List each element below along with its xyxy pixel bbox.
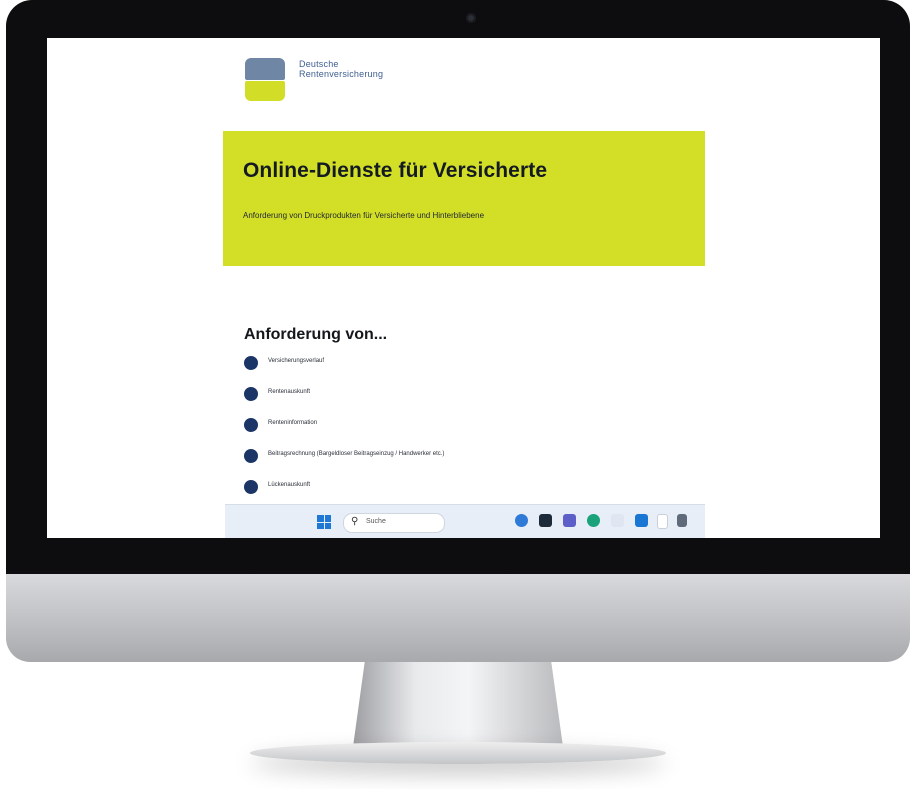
hero-banner: Online-Dienste für Versicherte Anforderu…	[223, 131, 705, 266]
logo-line-2: Rentenversicherung	[299, 69, 384, 79]
logo-wordmark: Deutsche Rentenversicherung	[299, 59, 383, 79]
request-item-label: Rentenauskunft	[268, 389, 311, 395]
request-item-label: Versicherungsverlauf	[268, 358, 325, 364]
monitor-stand-base	[250, 742, 666, 764]
password-icon[interactable]	[657, 514, 668, 529]
mail-icon[interactable]	[635, 514, 648, 527]
windows-taskbar: ⚲ Suche	[225, 504, 705, 538]
store-icon[interactable]	[611, 514, 624, 527]
radio-icon[interactable]	[244, 387, 258, 401]
radio-icon[interactable]	[244, 449, 258, 463]
search-icon: ⚲	[351, 516, 359, 527]
drv-logo[interactable]: Deutsche Rentenversicherung	[245, 58, 445, 102]
request-item-label: Renteninformation	[268, 420, 318, 426]
radio-icon[interactable]	[244, 356, 258, 370]
monitor-stand	[352, 662, 564, 754]
page-title: Online-Dienste für Versicherte	[243, 159, 548, 182]
radio-icon[interactable]	[244, 480, 258, 494]
edge-icon[interactable]	[587, 514, 600, 527]
teams-icon[interactable]	[563, 514, 576, 527]
camera-icon	[466, 13, 476, 23]
windows-start-icon[interactable]	[317, 515, 331, 529]
monitor-chin	[6, 574, 910, 662]
logo-mark-bottom	[245, 81, 285, 101]
screen: Deutsche Rentenversicherung Online-Diens…	[47, 38, 880, 538]
request-item-label: Beitragsrechnung (Bargeldloser Beitragse…	[268, 451, 445, 457]
copilot-icon[interactable]	[515, 514, 528, 527]
file-explorer-icon[interactable]	[539, 514, 552, 527]
radio-icon[interactable]	[244, 418, 258, 432]
taskbar-search[interactable]: ⚲ Suche	[343, 513, 445, 533]
section-heading: Anforderung von...	[244, 326, 388, 343]
logo-mark-top	[245, 58, 285, 80]
search-placeholder: Suche	[366, 518, 386, 525]
page-subtitle: Anforderung von Druckprodukten für Versi…	[243, 211, 485, 220]
logo-line-1: Deutsche	[299, 59, 339, 69]
request-item-label: Lückenauskunft	[268, 482, 311, 488]
calculator-icon[interactable]	[677, 514, 687, 527]
